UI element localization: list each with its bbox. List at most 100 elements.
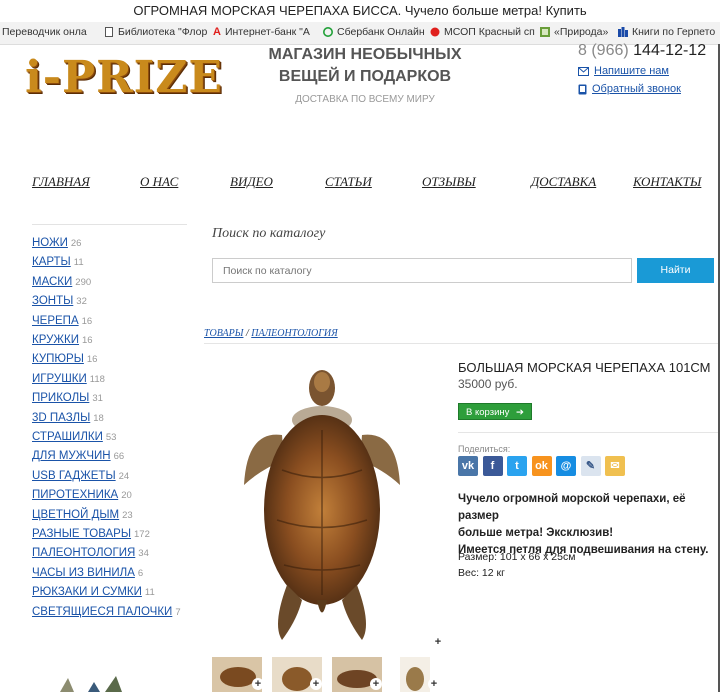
category-link[interactable]: USB ГАДЖЕТЫ [32, 470, 116, 482]
category-link[interactable]: 3D ПАЗЛЫ [32, 412, 90, 424]
thumbnail-plus-icon[interactable]: + [310, 678, 322, 690]
nav-articles[interactable]: СТАТЬИ [325, 174, 372, 190]
category-link[interactable]: РЮКЗАКИ И СУМКИ [32, 586, 142, 598]
product-size: Размер: 101 х 66 х 25см [458, 551, 576, 563]
category-count: 20 [121, 490, 132, 502]
category-link[interactable]: ПРИКОЛЫ [32, 392, 89, 404]
category-link[interactable]: ЧЕРЕПА [32, 315, 79, 327]
category-item: 3D ПАЗЛЫ 18 [32, 412, 104, 424]
category-count: 172 [134, 529, 150, 540]
category-item: СТРАШИЛКИ 53 [32, 431, 116, 443]
category-count: 16 [82, 335, 93, 346]
phone-prefix: 8 (966) [578, 42, 629, 59]
category-count: 7 [175, 606, 181, 618]
category-count: 26 [70, 238, 82, 249]
main-nav: ГЛАВНАЯ О НАС ВИДЕО СТАТЬИ ОТЗЫВЫ ДОСТАВ… [0, 174, 720, 194]
category-link[interactable]: ПАЛЕОНТОЛОГИЯ [32, 547, 135, 559]
category-link[interactable]: ИГРУШКИ [32, 373, 87, 385]
category-count: 24 [118, 470, 130, 482]
category-count: 16 [81, 315, 93, 327]
thumbnail-plus-icon[interactable]: + [428, 678, 440, 690]
vk-icon[interactable]: vk [458, 456, 478, 476]
nav-home[interactable]: ГЛАВНАЯ [32, 174, 90, 190]
search-input[interactable] [212, 258, 632, 283]
category-item: РЮКЗАКИ И СУМКИ 11 [32, 586, 155, 598]
search-button[interactable]: Найти [637, 258, 714, 283]
category-link[interactable]: СВЕТЯЩИЕСЯ ПАЛОЧКИ [32, 606, 172, 618]
category-count: 31 [92, 393, 103, 405]
category-item: РАЗНЫЕ ТОВАРЫ 172 [32, 528, 150, 540]
bookmark-label: «Природа» [554, 26, 609, 38]
mailru-icon[interactable]: @ [556, 456, 576, 476]
nav-delivery[interactable]: ДОСТАВКА [531, 174, 596, 190]
site-tagline: МАГАЗИН НЕОБЫЧНЫХ ВЕЩЕЙ И ПОДАРКОВ [230, 44, 500, 88]
category-item: USB ГАДЖЕТЫ 24 [32, 470, 129, 482]
thumbnail-plus-icon[interactable]: + [370, 678, 382, 690]
category-link[interactable]: ПИРОТЕХНИКА [32, 489, 118, 501]
bookmark-herpetology[interactable]: Книги по Герпето [618, 26, 715, 38]
nav-about[interactable]: О НАС [140, 174, 178, 190]
product-price: 35000 руб. [458, 377, 518, 391]
email-icon[interactable]: ✉ [605, 456, 625, 476]
nav-video[interactable]: ВИДЕО [230, 174, 273, 190]
bookmark-label: Библиотека "Флор [118, 26, 208, 38]
nav-reviews[interactable]: ОТЗЫВЫ [422, 174, 476, 190]
category-item: МАСКИ 290 [32, 276, 91, 288]
category-item: ПАЛЕОНТОЛОГИЯ 34 [32, 547, 149, 559]
share-label: Поделиться: [458, 444, 511, 454]
category-count: 118 [89, 373, 105, 385]
write-us-link[interactable]: Напишите нам [578, 65, 669, 77]
zoom-plus-icon[interactable]: + [432, 636, 444, 648]
bookmark-iucn[interactable]: МСОП Красный сп [430, 26, 535, 38]
category-item: КРУЖКИ 16 [32, 334, 93, 346]
tagline-line-2: ВЕЩЕЙ И ПОДАРКОВ [278, 68, 452, 85]
product-description: Чучело огромной морской черепахи, её раз… [458, 491, 720, 559]
category-link[interactable]: МАСКИ [32, 276, 72, 288]
category-item: ПРИКОЛЫ 31 [32, 392, 103, 404]
category-count: 6 [137, 567, 144, 579]
breadcrumb-root[interactable]: ТОВАРЫ [204, 328, 243, 339]
category-count: 18 [93, 412, 104, 424]
category-link[interactable]: НОЖИ [32, 237, 68, 249]
product-thumbnail[interactable] [400, 657, 430, 692]
category-link[interactable]: ЧАСЫ ИЗ ВИНИЛА [32, 567, 135, 579]
category-link[interactable]: ЦВЕТНОЙ ДЫМ [32, 509, 119, 521]
category-item: КАРТЫ 11 [32, 256, 84, 268]
description-line: больше метра! Эксклюзив! [458, 527, 614, 539]
add-to-cart-button[interactable]: В корзину ➔ [458, 403, 532, 420]
description-line: Чучело огромной морской черепахи, её раз… [458, 493, 686, 522]
category-item: ЧАСЫ ИЗ ВИНИЛА 6 [32, 567, 143, 579]
category-link[interactable]: СТРАШИЛКИ [32, 431, 103, 443]
write-us-label: Напишите нам [594, 65, 669, 77]
tagline-line-1: МАГАЗИН НЕОБЫЧНЫХ [268, 46, 462, 63]
site-logo[interactable]: i-PRIZE [25, 52, 223, 103]
bookmark-translator[interactable]: Переводчик онла [2, 26, 87, 38]
breadcrumb-current[interactable]: ПАЛЕОНТОЛОГИЯ [251, 328, 337, 339]
bookmark-label: Интернет-банк "А [224, 26, 310, 38]
callback-link[interactable]: Обратный звонок [578, 83, 681, 95]
category-link[interactable]: ЗОНТЫ [32, 295, 73, 307]
phone-number: 8 (966) 144-12-12 [578, 42, 706, 60]
envelope-icon [578, 66, 589, 76]
bookmark-sberbank[interactable]: Сбербанк Онлайн [323, 26, 425, 38]
category-link[interactable]: РАЗНЫЕ ТОВАРЫ [32, 528, 131, 540]
category-count: 32 [76, 296, 87, 308]
red-drop-icon [430, 27, 440, 37]
category-link[interactable]: ДЛЯ МУЖЧИН [32, 450, 111, 462]
sidebar-product-image[interactable] [30, 672, 140, 692]
bookmark-nature[interactable]: «Природа» [540, 26, 608, 38]
mobile-phone-icon [578, 84, 587, 94]
thumbnail-plus-icon[interactable]: + [252, 678, 264, 690]
odnoklassniki-icon[interactable]: ok [531, 456, 552, 476]
nav-contacts[interactable]: КОНТАКТЫ [633, 174, 701, 190]
bookmark-library[interactable]: Библиотека "Флор [104, 26, 207, 38]
category-link[interactable]: КУПЮРЫ [32, 353, 84, 365]
facebook-icon[interactable]: f [482, 456, 503, 476]
category-link[interactable]: КАРТЫ [32, 256, 71, 268]
sberbank-icon [323, 27, 333, 37]
product-main-image[interactable] [242, 360, 402, 650]
livejournal-icon[interactable]: ✎ [580, 456, 601, 476]
bookmark-alfa-bank[interactable]: A Интернет-банк "А [213, 26, 310, 38]
category-link[interactable]: КРУЖКИ [32, 334, 79, 346]
twitter-icon[interactable]: t [507, 456, 527, 476]
